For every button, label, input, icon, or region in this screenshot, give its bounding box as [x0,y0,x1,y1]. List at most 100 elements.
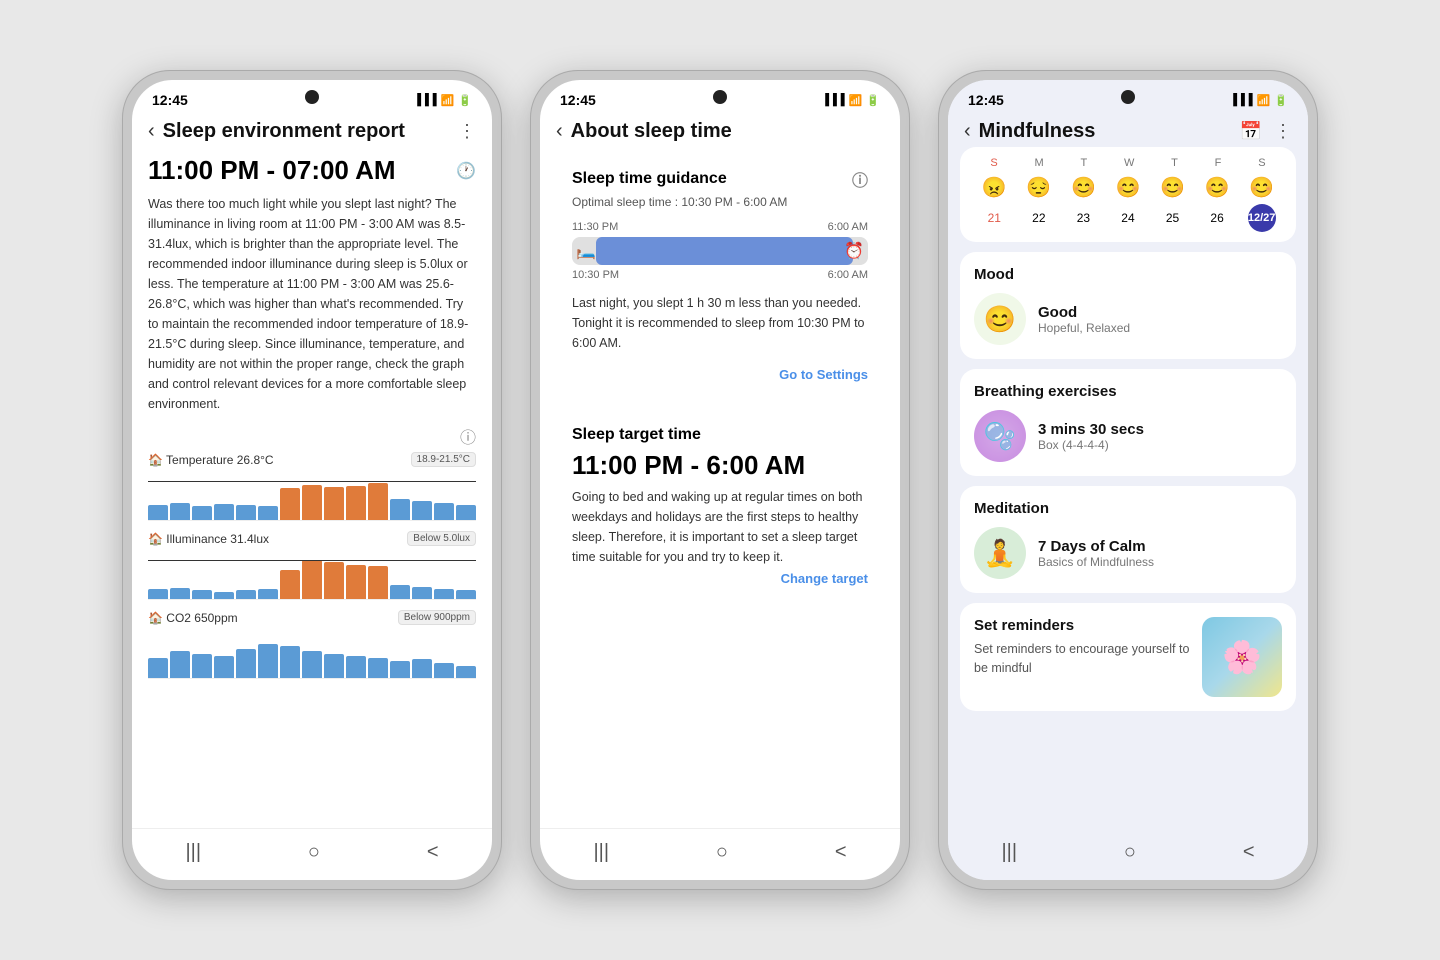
recent-apps-button[interactable]: ||| [1001,841,1017,864]
cal-num-24[interactable]: 24 [1114,211,1142,225]
cal-day-sun: S [990,157,997,169]
back-nav-button[interactable]: < [835,841,847,864]
wifi-icon: 📶 [441,94,455,107]
timeline-top-labels: 11:30 PM 6:00 AM [572,221,868,233]
mood-section-title: Mood [974,266,1282,283]
more-icon[interactable]: ⋮ [458,121,476,142]
back-button[interactable]: ‹ [964,120,971,143]
bar [434,503,454,520]
phone-3-camera [1121,90,1135,104]
temp-badge: 18.9-21.5°C [411,452,476,467]
bar [214,504,234,520]
phone-1-camera [305,90,319,104]
calendar-section: S M T W T F S 😠 😔 😊 😊 [960,147,1296,242]
sleep-target-card: Sleep target time 11:00 PM - 6:00 AM Goi… [556,410,884,602]
guidance-title: Sleep time guidance ⓘ [572,167,868,191]
signal-icon: ▐▐▐ [413,94,436,106]
bar [192,506,212,520]
cal-num-22[interactable]: 22 [1025,211,1053,225]
back-nav-button[interactable]: < [1243,841,1255,864]
breathing-card: Breathing exercises 🫧 3 mins 30 secs Box… [960,369,1296,476]
optimal-text: Optimal sleep time : 10:30 PM - 6:00 AM [572,195,868,209]
mood-item[interactable]: 😊 Good Hopeful, Relaxed [974,293,1282,345]
go-to-settings-button[interactable]: Go to Settings [572,363,868,382]
phone-3-frame: 12:45 ▐▐▐ 📶 🔋 ‹ Mindfulness 📅 ⋮ [938,70,1318,890]
target-title: Sleep target time [572,426,868,444]
timeline-icons: 🛏️ ⏰ [572,241,868,261]
cal-num-26[interactable]: 26 [1203,211,1231,225]
timeline-bar: 🛏️ ⏰ [572,237,868,265]
mood-info: Good Hopeful, Relaxed [1038,304,1130,335]
bar [148,658,168,678]
phone-3-content: S M T W T F S 😠 😔 😊 😊 [948,147,1308,829]
bar [456,590,476,599]
sleep-timeline: 11:30 PM 6:00 AM 🛏️ ⏰ [572,221,868,281]
bar [434,663,454,678]
bar [302,485,322,520]
reminder-card[interactable]: Set reminders Set reminders to encourage… [960,603,1296,711]
breath-item[interactable]: 🫧 3 mins 30 secs Box (4-4-4-4) [974,410,1282,462]
cal-num-25[interactable]: 25 [1159,211,1187,225]
meditation-info: 7 Days of Calm Basics of Mindfulness [1038,538,1154,569]
back-button[interactable]: ‹ [556,120,563,143]
mood-name: Good [1038,304,1130,321]
meditation-name: 7 Days of Calm [1038,538,1154,555]
reminder-text: Set reminders Set reminders to encourage… [974,617,1192,678]
bar [324,654,344,679]
target-time: 11:00 PM - 6:00 AM [572,450,868,481]
back-nav-button[interactable]: < [427,841,439,864]
bar [390,661,410,678]
calendar-icon[interactable]: 📅 [1240,121,1262,142]
threshold-line [148,481,476,482]
bar [258,506,278,520]
cal-num-23[interactable]: 23 [1069,211,1097,225]
change-target-button[interactable]: Change target [572,567,868,586]
bar [170,651,190,678]
home-button[interactable]: ○ [1124,841,1136,864]
phone-1-screen: 12:45 ▐▐▐ 📶 🔋 ‹ Sleep environment report… [132,80,492,880]
recent-apps-button[interactable]: ||| [593,841,609,864]
phone-1-inner: 12:45 ▐▐▐ 📶 🔋 ‹ Sleep environment report… [132,80,492,880]
phone-2-screen: 12:45 ▐▐▐ 📶 🔋 ‹ About sleep time [540,80,900,880]
bar [258,644,278,678]
cal-num-21[interactable]: 21 [980,211,1008,225]
sleep-time-range: 11:00 PM - 07:00 AM 🕐 [148,151,476,194]
back-button[interactable]: ‹ [148,120,155,143]
bar [368,483,388,520]
home-button[interactable]: ○ [716,841,728,864]
bar [192,590,212,599]
bar [390,499,410,520]
bed-icon: 🛏️ [576,241,596,261]
more-icon[interactable]: ⋮ [1274,121,1292,142]
bar [280,488,300,520]
info-icon: ⓘ [148,424,476,448]
phone-1-frame: 12:45 ▐▐▐ 📶 🔋 ‹ Sleep environment report… [122,70,502,890]
bar [456,666,476,678]
bar [390,585,410,599]
phone-3-status-icons: ▐▐▐ 📶 🔋 [1229,94,1288,107]
illuminance-chart: 🏠 Illuminance 31.4lux Below 5.0lux [148,531,476,600]
bar [324,562,344,599]
wifi-icon: 📶 [849,94,863,107]
bar [236,590,256,599]
breath-sub: Box (4-4-4-4) [1038,438,1144,452]
cal-day-thu: T [1171,157,1178,169]
recent-apps-button[interactable]: ||| [185,841,201,864]
cal-day-mon: M [1035,157,1044,169]
phone-1-header: ‹ Sleep environment report ⋮ [132,112,492,151]
home-button[interactable]: ○ [308,841,320,864]
phone-1-time: 12:45 [152,92,188,108]
bar [148,589,168,599]
emoji-21: 😠 [982,175,1007,200]
meditation-item[interactable]: 🧘 7 Days of Calm Basics of Mindfulness [974,527,1282,579]
bar [192,654,212,679]
signal-icon: ▐▐▐ [1229,94,1252,106]
breath-name: 3 mins 30 secs [1038,421,1144,438]
reminder-desc: Set reminders to encourage yourself to b… [974,640,1192,678]
illum-bars [148,550,476,600]
bar [368,658,388,678]
phone-1-status-icons: ▐▐▐ 📶 🔋 [413,94,472,107]
cal-day-fri: F [1215,157,1222,169]
bar [346,486,366,520]
cal-num-27-today[interactable]: 12/27 [1248,204,1276,232]
